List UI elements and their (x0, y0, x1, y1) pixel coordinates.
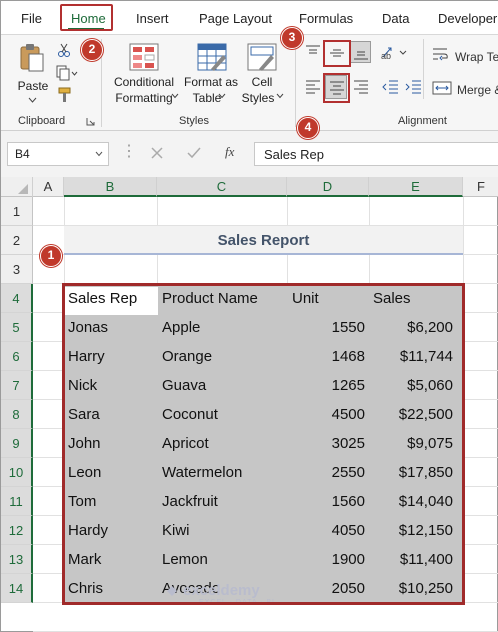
paste-button[interactable]: Paste (15, 41, 51, 109)
row-header-11[interactable]: 11 (1, 487, 33, 516)
increase-indent-icon[interactable] (404, 79, 422, 95)
svg-text:ab: ab (381, 51, 391, 61)
top-align-icon[interactable] (305, 45, 321, 59)
merge-center-label[interactable]: Merge & (457, 83, 498, 97)
ribbon-tab-bar: File Home Insert Page Layout Formulas Da… (1, 1, 498, 35)
decrease-indent-icon[interactable] (381, 79, 399, 95)
dialog-launcher-icon[interactable] (86, 117, 95, 126)
column-header-a[interactable]: A (33, 177, 64, 197)
group-separator (295, 39, 296, 127)
callout-badge-3: 3 (281, 27, 303, 49)
format-as-table-button[interactable]: Format as Table (181, 39, 241, 109)
tab-formulas[interactable]: Formulas (299, 11, 353, 26)
row-header-7[interactable]: 7 (1, 371, 33, 400)
excel-window: File Home Insert Page Layout Formulas Da… (0, 0, 498, 632)
row-header-2[interactable]: 2 (1, 226, 33, 255)
alignment-group-label: Alignment (398, 115, 447, 127)
cut-icon[interactable] (57, 43, 71, 57)
format-painter-icon[interactable] (57, 87, 73, 103)
conditional-formatting-label-1: Conditional (113, 75, 175, 89)
copy-icon[interactable] (56, 65, 78, 81)
clipboard-group-label: Clipboard (18, 115, 66, 127)
sheet-title[interactable]: Sales Report (64, 226, 463, 255)
cell-styles-label-1: Cell (251, 75, 273, 89)
cell-styles-icon (247, 43, 277, 71)
format-as-table-icon (197, 43, 227, 71)
tab-page-layout[interactable]: Page Layout (199, 11, 272, 26)
middle-align-highlight (323, 40, 351, 67)
row-header-4[interactable]: 4 (1, 284, 33, 313)
chevron-down-icon[interactable] (95, 151, 103, 157)
group-separator (423, 39, 424, 99)
merge-center-icon[interactable] (432, 81, 452, 95)
formula-bar-dots: ⋮ (121, 143, 137, 160)
tab-developer[interactable]: Developer (438, 11, 497, 26)
tab-file[interactable]: File (21, 11, 42, 26)
row-header-10[interactable]: 10 (1, 458, 33, 487)
column-header-d[interactable]: D (287, 177, 369, 197)
row-header-1[interactable]: 1 (1, 197, 33, 226)
select-all-corner[interactable] (1, 177, 33, 197)
row-header-14[interactable]: 14 (1, 574, 33, 603)
column-header-e[interactable]: E (369, 177, 463, 197)
format-as-table-label-2: Table (192, 91, 222, 105)
center-align-highlight (323, 73, 350, 103)
callout-badge-2: 2 (81, 39, 103, 61)
conditional-formatting-label-2: Formatting (115, 91, 173, 105)
column-header-f[interactable]: F (463, 177, 498, 197)
cell-styles-label-2: Styles (241, 91, 275, 105)
callout-badge-4: 4 (297, 117, 319, 139)
tab-data[interactable]: Data (382, 11, 409, 26)
name-box[interactable]: B4 (7, 142, 109, 166)
column-header-bar: A B C D E F (1, 177, 498, 197)
callout-badge-1: 1 (40, 245, 62, 267)
styles-group-label: Styles (179, 115, 209, 127)
conditional-formatting-icon (129, 43, 159, 71)
formula-input[interactable]: Sales Rep (254, 142, 498, 166)
row-header-3[interactable]: 3 (1, 255, 33, 284)
row-header-8[interactable]: 8 (1, 400, 33, 429)
column-header-c[interactable]: C (157, 177, 287, 197)
row-header-9[interactable]: 9 (1, 429, 33, 458)
select-all-icon (18, 184, 28, 194)
paste-label: Paste (17, 79, 49, 93)
wrap-text-icon[interactable] (432, 47, 450, 63)
insert-function-icon[interactable]: fx (225, 144, 234, 160)
row-header-13[interactable]: 13 (1, 545, 33, 574)
enter-icon[interactable] (187, 147, 201, 159)
conditional-formatting-button[interactable]: Conditional Formatting (109, 39, 179, 109)
row-header-12[interactable]: 12 (1, 516, 33, 545)
align-right-icon[interactable] (353, 79, 369, 95)
chevron-down-icon (28, 97, 37, 103)
row-header-5[interactable]: 5 (1, 313, 33, 342)
row-header-6[interactable]: 6 (1, 342, 33, 371)
align-left-icon[interactable] (305, 79, 321, 95)
bottom-align-icon (354, 51, 368, 60)
orientation-icon[interactable]: ab (381, 45, 409, 61)
cancel-icon[interactable] (151, 147, 163, 159)
paste-icon (20, 44, 44, 72)
tab-insert[interactable]: Insert (136, 11, 169, 26)
wrap-text-label[interactable]: Wrap Te (455, 50, 498, 64)
bottom-align-button[interactable] (349, 41, 371, 63)
format-as-table-label-1: Format as (183, 75, 238, 89)
selected-range-highlight (62, 283, 465, 605)
ribbon: Paste Clipboard Conditional Formatting F… (1, 35, 498, 131)
chevron-down-icon (276, 93, 284, 99)
column-header-b[interactable]: B (64, 177, 157, 197)
chevron-down-icon (218, 93, 226, 99)
home-tab-highlight (60, 4, 113, 31)
